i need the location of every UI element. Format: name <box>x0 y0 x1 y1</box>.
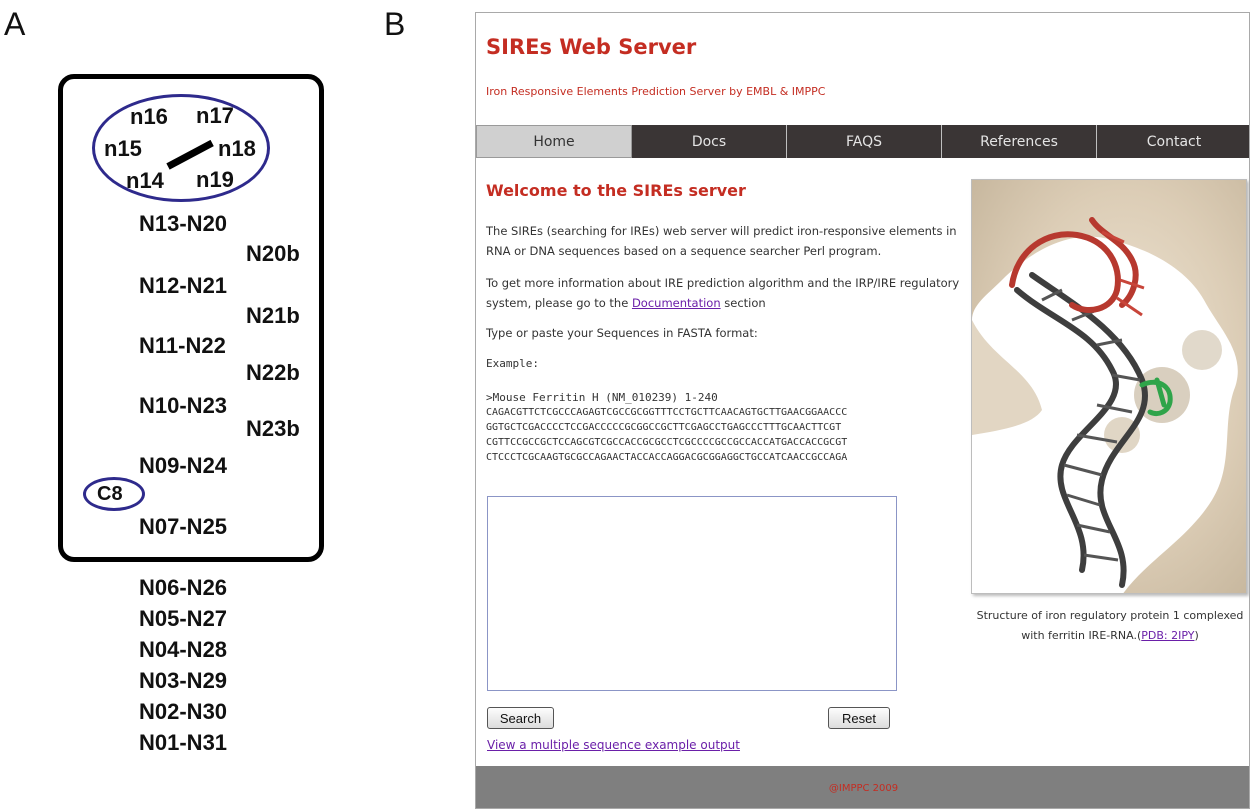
reset-button[interactable]: Reset <box>828 707 890 729</box>
loop-nt-n17: n17 <box>196 103 234 128</box>
caption-text: Structure of iron regulatory protein 1 c… <box>976 609 1244 642</box>
example-sequence-line: GGTGCTCGACCCCTCCGACCCCCGCGGCCGCTTCGAGCCT… <box>486 422 842 433</box>
search-button[interactable]: Search <box>487 707 554 729</box>
outer-pair-label: N03-N29 <box>139 668 228 693</box>
outer-pair-label: N01-N31 <box>139 730 228 755</box>
pair-label: N07-N25 <box>139 514 228 539</box>
outer-pair-label: N02-N30 <box>139 699 228 724</box>
panel-label-b: B <box>384 6 406 42</box>
example-sequence-line: CAGACGTTCTCGCCCAGAGTCGCCGCGGTTTCCTGCTTCA… <box>486 407 848 418</box>
pair-label: N09-N24 <box>139 453 228 478</box>
multiple-sequence-example-link[interactable]: View a multiple sequence example output <box>487 738 740 752</box>
loop-nt-n18: n18 <box>218 136 256 161</box>
nav-faqs[interactable]: FAQS <box>787 125 942 158</box>
sires-web-page: SIREs Web Server Iron Responsive Element… <box>475 12 1250 809</box>
example-label: Example: <box>486 357 539 370</box>
info-text-after: section <box>720 296 766 310</box>
site-subtitle: Iron Responsive Elements Prediction Serv… <box>486 85 826 98</box>
outer-pair-label: N06-N26 <box>139 575 228 600</box>
footer-text: @IMPPC 2009 <box>828 782 899 794</box>
structure-figure <box>971 179 1247 594</box>
example-sequence-line: CGTTCCGCCGCTCCAGCGTCGCCACCGCGCCTCGCCCCGC… <box>486 437 848 448</box>
bulge-label: N22b <box>246 360 300 385</box>
nav-references[interactable]: References <box>942 125 1097 158</box>
pair-label: N12-N21 <box>139 273 228 298</box>
pdb-link[interactable]: PDB: 2IPY <box>1141 629 1194 642</box>
figure-caption: Structure of iron regulatory protein 1 c… <box>976 609 1244 642</box>
bulge-label: N23b <box>246 416 300 441</box>
outer-pair-label: N05-N27 <box>139 606 228 631</box>
example-header: >Mouse Ferritin H (NM_010239) 1-240 <box>486 391 718 404</box>
bulge-label: N20b <box>246 241 300 266</box>
welcome-heading: Welcome to the SIREs server <box>486 181 746 200</box>
example-sequence-line: CTCCCTCGCAAGTGCGCCAGAACTACCACCAGGACGCGGA… <box>486 452 848 463</box>
main-nav: Home Docs FAQS References Contact <box>476 125 1249 158</box>
sequence-input[interactable] <box>487 496 897 691</box>
nav-docs[interactable]: Docs <box>632 125 787 158</box>
pair-label: N13-N20 <box>139 211 228 236</box>
pair-label: N10-N23 <box>139 393 228 418</box>
loop-nt-n15: n15 <box>104 136 142 161</box>
site-title: SIREs Web Server <box>486 35 697 59</box>
paste-prompt: Type or paste your Sequences in FASTA fo… <box>486 326 758 340</box>
panel-label-a: A <box>4 6 26 42</box>
documentation-link[interactable]: Documentation <box>632 296 721 310</box>
ire-rna-structure-image <box>972 180 1246 593</box>
loop-nt-n16: n16 <box>130 104 168 129</box>
outer-pair-label: N04-N28 <box>139 637 228 662</box>
footer: @IMPPC 2009 <box>476 766 1249 808</box>
bulge-label: N21b <box>246 303 300 328</box>
loop-nt-n14: n14 <box>126 168 164 193</box>
info-text: To get more information about IRE predic… <box>486 273 976 313</box>
loop-nt-n19: n19 <box>196 167 234 192</box>
intro-text: The SIREs (searching for IREs) web serve… <box>486 224 957 258</box>
pair-label: N11-N22 <box>139 333 226 358</box>
nav-home[interactable]: Home <box>476 125 632 158</box>
c8-label: C8 <box>97 483 123 505</box>
nav-contact[interactable]: Contact <box>1097 125 1249 158</box>
